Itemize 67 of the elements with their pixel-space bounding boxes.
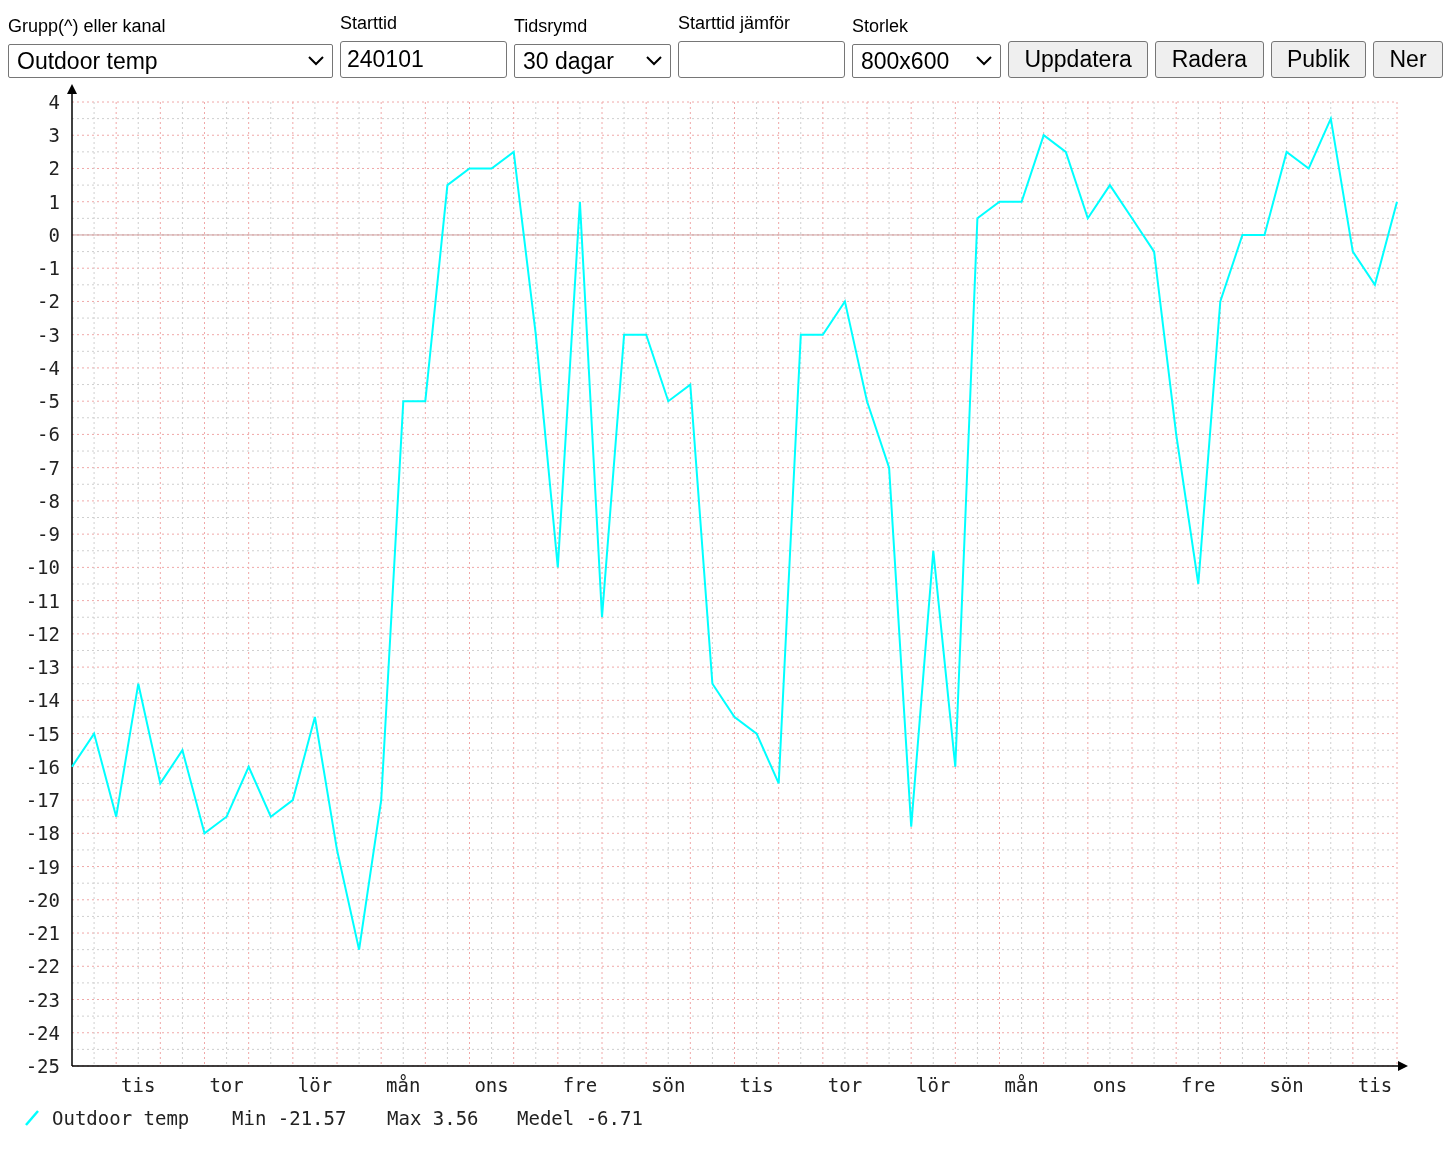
input-field[interactable]	[678, 41, 845, 78]
x-tick-label: mån	[1004, 1074, 1039, 1096]
field-label: Starttid	[340, 13, 399, 34]
input-field[interactable]: 240101	[340, 41, 507, 78]
x-tick-label: mån	[386, 1074, 421, 1096]
field-label: Starttid jämför	[678, 13, 792, 34]
y-tick-label: -15	[25, 722, 60, 745]
y-tick-label: -5	[37, 390, 60, 413]
y-tick-label: -22	[25, 955, 60, 978]
toolbar-button[interactable]: Publik	[1270, 41, 1367, 78]
legend-line-icon	[25, 1110, 39, 1126]
x-tick-label: fre	[1181, 1074, 1216, 1096]
y-tick-label: -14	[25, 689, 60, 712]
y-tick-label: -10	[25, 556, 60, 579]
y-tick-label: -1	[37, 257, 60, 280]
dropdown[interactable]: Outdoor temp	[8, 44, 333, 78]
x-tick-label: tis	[121, 1074, 156, 1096]
y-tick-label: -23	[25, 988, 60, 1011]
toolbar-button[interactable]: Ner	[1373, 41, 1443, 78]
y-tick-label: -7	[37, 456, 60, 479]
y-tick-label: -18	[25, 822, 60, 845]
x-tick-label: ons	[1092, 1074, 1128, 1096]
x-tick-label: tor	[827, 1074, 863, 1096]
y-tick-label: -17	[25, 789, 60, 812]
y-tick-label: -4	[37, 356, 60, 379]
field-label: Storlek	[852, 16, 910, 37]
chevron-down-icon	[308, 56, 324, 66]
x-tick-label: tis	[1357, 1074, 1393, 1096]
legend-stat: Min -21.57	[232, 1107, 347, 1129]
y-tick-label: -24	[25, 1021, 60, 1044]
y-tick-label: -8	[37, 489, 60, 512]
y-tick-label: -25	[25, 1055, 60, 1077]
toolbar-button[interactable]: Uppdatera	[1008, 41, 1149, 78]
legend-series-name: Outdoor temp	[52, 1107, 190, 1129]
y-tick-label: -11	[25, 589, 60, 612]
y-tick-label: -16	[25, 755, 60, 778]
toolbar-button[interactable]: Radera	[1155, 41, 1264, 78]
y-tick-label: -6	[37, 423, 60, 446]
x-tick-label: sön	[1269, 1074, 1304, 1096]
y-tick-label: 3	[48, 124, 60, 147]
y-tick-label: 2	[48, 157, 60, 180]
y-tick-label: -12	[25, 622, 60, 645]
y-tick-label: -3	[37, 323, 60, 346]
y-tick-label: -20	[25, 888, 60, 911]
chevron-down-icon	[976, 56, 992, 66]
legend-stat: Max 3.56	[387, 1107, 479, 1129]
y-tick-label: 0	[48, 223, 60, 246]
x-tick-label: sön	[651, 1074, 686, 1096]
dropdown[interactable]: 30 dagar	[514, 44, 671, 78]
legend-stat: Medel -6.71	[517, 1107, 643, 1129]
x-tick-label: lör	[916, 1074, 951, 1096]
x-tick-label: tor	[209, 1074, 244, 1096]
y-tick-label: -2	[37, 290, 60, 313]
field-label: Grupp(^) eller kanal	[8, 16, 167, 37]
x-tick-label: fre	[562, 1074, 598, 1096]
x-tick-label: tis	[739, 1074, 774, 1096]
y-tick-label: 1	[48, 190, 60, 213]
field-label: Tidsrymd	[514, 16, 589, 37]
y-tick-label: 4	[48, 91, 60, 113]
x-tick-label: ons	[474, 1074, 509, 1096]
dropdown[interactable]: 800x600	[852, 44, 1001, 78]
x-tick-label: lör	[297, 1074, 333, 1096]
y-tick-label: -13	[25, 656, 60, 679]
chevron-down-icon	[646, 56, 662, 66]
y-tick-label: -9	[37, 523, 60, 546]
y-tick-label: -21	[25, 922, 60, 945]
y-tick-label: -19	[25, 855, 60, 878]
